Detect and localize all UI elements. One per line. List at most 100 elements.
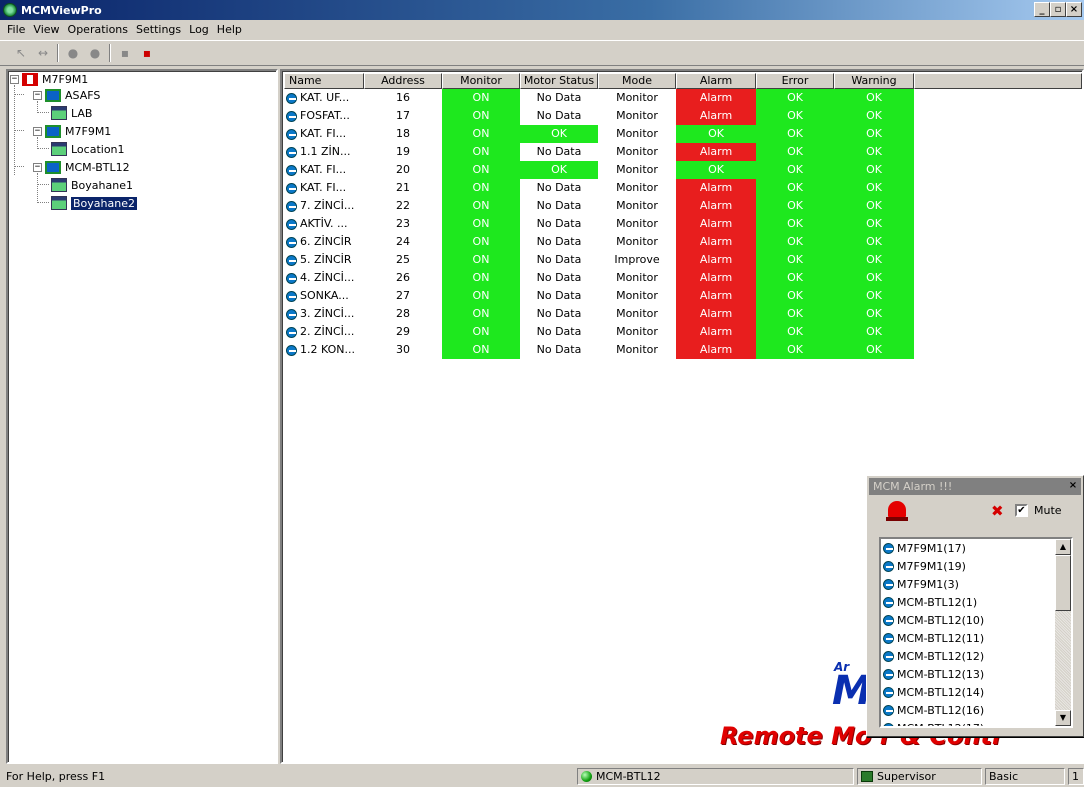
connect-icon[interactable]: ↔ xyxy=(32,44,54,62)
address-cell: 19 xyxy=(396,145,410,158)
pointer-icon[interactable]: ↖ xyxy=(10,44,32,62)
table-row[interactable]: 4. ZİNCİ... 26 ON No Data Monitor Alarm OK OK xyxy=(284,269,914,287)
table-row[interactable]: KAT. UF... 16 ON No Data Monitor Alarm OK OK xyxy=(284,89,914,107)
table-row[interactable]: 1.2 KON... 30 ON No Data Monitor Alarm OK OK xyxy=(284,341,914,359)
alarm-list-item[interactable]: M7F9M1(19) xyxy=(881,557,1071,575)
alarm-item-label: MCM-BTL12(1) xyxy=(897,595,978,609)
mute-label[interactable]: Mute xyxy=(1034,504,1062,517)
tree-node-lab[interactable]: LAB xyxy=(51,105,92,121)
alarm-item-label: MCM-BTL12(16) xyxy=(897,703,985,717)
table-row[interactable]: AKTİV. ... 23 ON No Data Monitor Alarm OK OK xyxy=(284,215,914,233)
address-cell: 22 xyxy=(396,199,410,212)
error-cell: OK xyxy=(756,251,834,269)
menu-file[interactable]: File xyxy=(3,23,29,36)
table-row[interactable]: SONKA... 27 ON No Data Monitor Alarm OK OK xyxy=(284,287,914,305)
mute-checkbox[interactable]: ✔ xyxy=(1015,504,1028,517)
scroll-up-icon[interactable]: ▲ xyxy=(1055,539,1071,555)
alarm-list-item[interactable]: MCM-BTL12(1) xyxy=(881,593,1071,611)
alarm-list-item[interactable]: MCM-BTL12(13) xyxy=(881,665,1071,683)
collapse-icon[interactable]: − xyxy=(33,126,42,136)
alarm-list-item[interactable]: MCM-BTL12(17) xyxy=(881,719,1071,726)
device-icon xyxy=(286,182,297,194)
collapse-icon[interactable]: − xyxy=(10,74,19,84)
collapse-icon[interactable]: − xyxy=(33,90,42,100)
column-error[interactable]: Error xyxy=(756,73,834,89)
column-address[interactable]: Address xyxy=(364,73,442,89)
table-row[interactable]: KAT. FI... 20 ON OK Monitor OK OK OK xyxy=(284,161,914,179)
window-title: MCMViewPro xyxy=(21,3,102,17)
alarm-window[interactable]: MCM Alarm !!! × ✖ ✔ Mute M7F9M1(17) M7F9M… xyxy=(866,475,1084,737)
tree-node-root[interactable]: − M7F9M1 xyxy=(10,71,88,87)
tree-node-asafs[interactable]: − ASAFS xyxy=(33,87,100,103)
minimize-button[interactable]: _ xyxy=(1034,2,1050,17)
menu-operations[interactable]: Operations xyxy=(64,23,132,36)
collapse-icon[interactable]: − xyxy=(33,162,42,172)
monitor-cell: ON xyxy=(442,305,520,323)
alarm-window-title[interactable]: MCM Alarm !!! xyxy=(869,478,1081,495)
title-bar: MCMViewPro _ ▫ × xyxy=(0,0,1084,20)
column-motor-status[interactable]: Motor Status xyxy=(520,73,598,89)
mode-cell: Monitor xyxy=(616,235,658,248)
device-icon xyxy=(286,254,297,266)
scroll-down-icon[interactable]: ▼ xyxy=(1055,710,1071,726)
warning-cell: OK xyxy=(834,287,914,305)
table-row[interactable]: 6. ZİNCİR 24 ON No Data Monitor Alarm OK OK xyxy=(284,233,914,251)
alarm-cell: Alarm xyxy=(676,341,756,359)
tree-label: M7F9M1 xyxy=(65,124,112,138)
menu-log[interactable]: Log xyxy=(185,23,213,36)
column-mode[interactable]: Mode xyxy=(598,73,676,89)
tree-node-mcm-btl12[interactable]: − MCM-BTL12 xyxy=(33,159,130,175)
device-name-cell: KAT. FI... xyxy=(284,125,364,143)
tree-node-m7f9m1[interactable]: − M7F9M1 xyxy=(33,123,111,139)
tree-node-boyahane1[interactable]: Boyahane1 xyxy=(51,177,133,193)
column-warning[interactable]: Warning xyxy=(834,73,914,89)
site-icon xyxy=(22,72,38,86)
table-row[interactable]: KAT. FI... 21 ON No Data Monitor Alarm OK OK xyxy=(284,179,914,197)
warning-cell: OK xyxy=(834,197,914,215)
device-name: AKTİV. ... xyxy=(300,217,348,230)
menu-settings[interactable]: Settings xyxy=(132,23,185,36)
column-name[interactable]: Name xyxy=(284,73,364,89)
scroll-thumb[interactable] xyxy=(1055,555,1071,611)
alarm-list-item[interactable]: MCM-BTL12(11) xyxy=(881,629,1071,647)
site-tree[interactable]: − M7F9M1 − ASAFS LAB − M7F9M1 Location1 … xyxy=(6,69,278,764)
error-cell: OK xyxy=(756,287,834,305)
menu-view[interactable]: View xyxy=(29,23,63,36)
alarm-list-item[interactable]: MCM-BTL12(12) xyxy=(881,647,1071,665)
table-row[interactable]: 7. ZİNCİ... 22 ON No Data Monitor Alarm OK OK xyxy=(284,197,914,215)
alarm-item-label: M7F9M1(19) xyxy=(897,559,966,573)
restore-button[interactable]: ▫ xyxy=(1050,2,1066,17)
alarm-list-item[interactable]: M7F9M1(17) xyxy=(881,539,1071,557)
remove-node-icon[interactable]: ▪ xyxy=(136,44,158,62)
table-row[interactable]: 2. ZİNCİ... 29 ON No Data Monitor Alarm OK OK xyxy=(284,323,914,341)
alarm-scrollbar[interactable]: ▲ ▼ xyxy=(1055,539,1071,726)
warning-cell: OK xyxy=(834,233,914,251)
monitor-cell: ON xyxy=(442,269,520,287)
alarm-cell: Alarm xyxy=(676,197,756,215)
tree-node-boyahane2[interactable]: Boyahane2 xyxy=(51,195,137,211)
menu-help[interactable]: Help xyxy=(213,23,246,36)
alarm-list-item[interactable]: MCM-BTL12(10) xyxy=(881,611,1071,629)
table-row[interactable]: FOSFAT... 17 ON No Data Monitor Alarm OK OK xyxy=(284,107,914,125)
device-name-cell: KAT. FI... xyxy=(284,161,364,179)
siren-icon xyxy=(886,501,908,521)
device-icon[interactable]: ● xyxy=(62,44,84,62)
table-row[interactable]: 1.1 ZİN... 19 ON No Data Monitor Alarm OK OK xyxy=(284,143,914,161)
tree-node-location1[interactable]: Location1 xyxy=(51,141,125,157)
alarm-list-item[interactable]: MCM-BTL12(14) xyxy=(881,683,1071,701)
table-row[interactable]: 5. ZİNCİR 25 ON No Data Improve Alarm OK OK xyxy=(284,251,914,269)
user-icon xyxy=(861,771,873,782)
monitor-cell: ON xyxy=(442,215,520,233)
alarm-list-item[interactable]: M7F9M1(3) xyxy=(881,575,1071,593)
table-row[interactable]: 3. ZİNCİ... 28 ON No Data Monitor Alarm OK OK xyxy=(284,305,914,323)
alarm-close-button[interactable]: × xyxy=(1067,480,1079,492)
alarm-list[interactable]: M7F9M1(17) M7F9M1(19) M7F9M1(3) MCM-BTL12(1… xyxy=(879,537,1073,728)
alarm-list-item[interactable]: MCM-BTL12(16) xyxy=(881,701,1071,719)
table-row[interactable]: KAT. FI... 18 ON OK Monitor OK OK OK xyxy=(284,125,914,143)
column-monitor[interactable]: Monitor xyxy=(442,73,520,89)
alarm-item-label: MCM-BTL12(13) xyxy=(897,667,985,681)
close-button[interactable]: × xyxy=(1066,2,1082,17)
column-alarm[interactable]: Alarm xyxy=(676,73,756,89)
device-off-icon[interactable]: ● xyxy=(84,44,106,62)
add-node-icon[interactable]: ▪ xyxy=(114,44,136,62)
